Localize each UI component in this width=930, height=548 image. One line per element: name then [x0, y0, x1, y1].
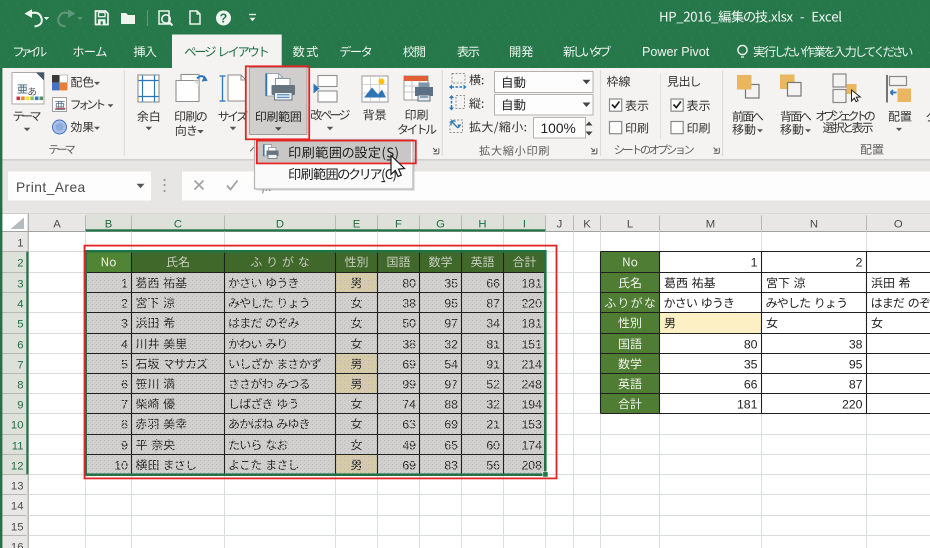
svg-text:11: 11: [12, 440, 24, 452]
svg-text:7: 7: [17, 359, 23, 371]
svg-text:1: 1: [751, 256, 758, 270]
svg-text:Power Pivot: Power Pivot: [642, 45, 710, 59]
svg-text:5: 5: [17, 318, 23, 330]
svg-text:10: 10: [11, 419, 24, 431]
svg-text:N: N: [810, 218, 818, 230]
svg-text:2: 2: [17, 257, 23, 269]
svg-text:9: 9: [17, 399, 23, 411]
svg-text:?: ?: [220, 12, 228, 26]
svg-text:J: J: [557, 218, 563, 230]
svg-text:2: 2: [856, 256, 863, 270]
svg-text:35: 35: [744, 358, 758, 372]
svg-text:L: L: [627, 218, 633, 230]
svg-text:14: 14: [11, 500, 24, 512]
svg-text:220: 220: [842, 398, 863, 412]
svg-text:K: K: [583, 218, 591, 230]
svg-text:H: H: [478, 218, 486, 230]
svg-text:12: 12: [11, 460, 24, 472]
svg-text:M: M: [706, 218, 715, 230]
svg-text:B: B: [105, 218, 113, 230]
svg-text:100%: 100%: [541, 121, 576, 136]
svg-text:4: 4: [17, 298, 23, 310]
svg-text:8: 8: [17, 379, 23, 391]
svg-text:F: F: [395, 218, 402, 230]
svg-text:O: O: [894, 218, 903, 230]
svg-text:6: 6: [17, 339, 23, 351]
svg-text:D: D: [276, 218, 284, 230]
svg-text:I: I: [523, 218, 526, 230]
svg-text:87: 87: [849, 378, 863, 392]
svg-text:Print_Area: Print_Area: [16, 180, 86, 195]
svg-text:66: 66: [744, 378, 758, 392]
svg-text:E: E: [353, 218, 361, 230]
svg-text:95: 95: [849, 358, 863, 372]
svg-text:38: 38: [849, 338, 863, 352]
svg-text:1: 1: [17, 237, 23, 249]
svg-text:3: 3: [17, 278, 23, 290]
svg-text:15: 15: [11, 521, 24, 533]
svg-text:A: A: [53, 218, 61, 230]
svg-text:181: 181: [737, 398, 758, 412]
svg-text:G: G: [436, 218, 445, 230]
svg-text:13: 13: [11, 480, 24, 492]
svg-text:C: C: [174, 218, 182, 230]
svg-text:80: 80: [744, 338, 758, 352]
svg-text:16: 16: [11, 541, 24, 548]
